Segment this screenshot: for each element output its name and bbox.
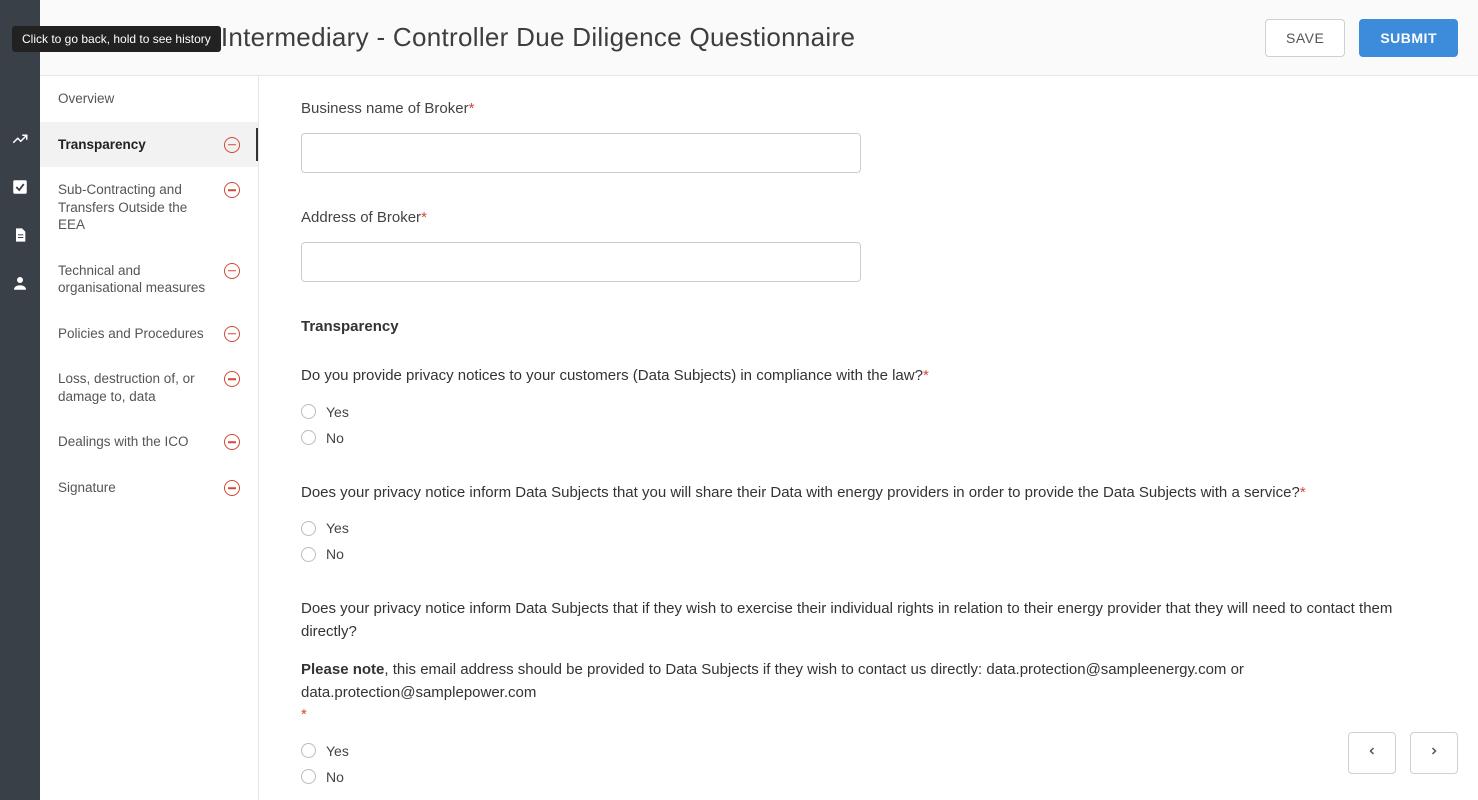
sidenav-item-subcontracting[interactable]: Sub-Contracting and Transfers Outside th… [40, 167, 258, 248]
form-content: Business name of Broker* Address of Brok… [259, 76, 1478, 800]
status-incomplete-icon [224, 434, 240, 450]
page-title: y Intermediary - Controller Due Diligenc… [200, 22, 855, 53]
radio-icon [301, 430, 316, 445]
main-column: Click to go back, hold to see history y … [40, 0, 1478, 800]
sidenav-item-label: Policies and Procedures [58, 325, 216, 343]
submit-button[interactable]: SUBMIT [1359, 19, 1458, 57]
status-incomplete-icon [224, 326, 240, 342]
chevron-right-icon [1428, 743, 1440, 764]
sidenav-item-policies[interactable]: Policies and Procedures [40, 311, 258, 357]
question-note: Please note, this email address should b… [301, 659, 1436, 727]
save-button[interactable]: SAVE [1265, 19, 1345, 57]
check-square-icon[interactable] [11, 178, 29, 196]
prev-button[interactable] [1348, 732, 1396, 774]
radio-option-no[interactable]: No [301, 546, 1436, 562]
sidenav-item-label: Transparency [58, 136, 216, 154]
radio-option-no[interactable]: No [301, 769, 1436, 785]
sidenav-item-loss-of-data[interactable]: Loss, destruction of, or damage to, data [40, 356, 258, 419]
question-privacy-notices: Do you provide privacy notices to your c… [301, 365, 1436, 446]
question-individual-rights: Does your privacy notice inform Data Sub… [301, 598, 1436, 785]
radio-icon [301, 769, 316, 784]
radio-label: No [326, 546, 344, 562]
sidenav-item-label: Overview [58, 90, 240, 108]
sidenav-item-overview[interactable]: Overview [40, 76, 258, 122]
address-input[interactable] [301, 242, 861, 282]
question-text: Do you provide privacy notices to your c… [301, 365, 1436, 388]
status-incomplete-icon [224, 263, 240, 279]
back-tooltip: Click to go back, hold to see history [12, 26, 221, 52]
field-label: Address of Broker* [301, 209, 1436, 226]
question-share-data: Does your privacy notice inform Data Sub… [301, 482, 1436, 563]
status-incomplete-icon [224, 137, 240, 153]
sidenav-item-label: Dealings with the ICO [58, 433, 216, 451]
section-nav: Overview Transparency Sub-Contracting an… [40, 76, 259, 800]
header-actions: SAVE SUBMIT [1265, 19, 1458, 57]
chart-line-icon[interactable] [11, 130, 29, 148]
chevron-left-icon [1366, 743, 1378, 764]
radio-option-yes[interactable]: Yes [301, 743, 1436, 759]
nav-rail [0, 0, 40, 800]
app-root: Click to go back, hold to see history y … [0, 0, 1478, 800]
sidenav-item-transparency[interactable]: Transparency [40, 122, 258, 168]
radio-label: Yes [326, 743, 349, 759]
radio-option-no[interactable]: No [301, 430, 1436, 446]
section-heading: Transparency [301, 318, 1436, 335]
field-business-name: Business name of Broker* [301, 100, 1436, 173]
field-address: Address of Broker* [301, 209, 1436, 282]
sidenav-item-label: Loss, destruction of, or damage to, data [58, 370, 216, 405]
radio-label: Yes [326, 404, 349, 420]
sidenav-item-technical-measures[interactable]: Technical and organisational measures [40, 248, 258, 311]
radio-icon [301, 404, 316, 419]
radio-label: Yes [326, 520, 349, 536]
radio-label: No [326, 769, 344, 785]
radio-option-yes[interactable]: Yes [301, 520, 1436, 536]
question-text: Does your privacy notice inform Data Sub… [301, 598, 1436, 643]
body-row: Overview Transparency Sub-Contracting an… [40, 76, 1478, 800]
sidenav-item-label: Technical and organisational measures [58, 262, 216, 297]
business-name-input[interactable] [301, 133, 861, 173]
radio-icon [301, 743, 316, 758]
sidenav-item-signature[interactable]: Signature [40, 465, 258, 511]
sidenav-item-ico[interactable]: Dealings with the ICO [40, 419, 258, 465]
status-incomplete-icon [224, 371, 240, 387]
radio-icon [301, 521, 316, 536]
status-incomplete-icon [224, 480, 240, 496]
pager [1348, 732, 1458, 774]
page-header: Click to go back, hold to see history y … [40, 0, 1478, 76]
document-icon[interactable] [11, 226, 29, 244]
radio-option-yes[interactable]: Yes [301, 404, 1436, 420]
sidenav-item-label: Signature [58, 479, 216, 497]
next-button[interactable] [1410, 732, 1458, 774]
radio-icon [301, 547, 316, 562]
status-incomplete-icon [224, 182, 240, 198]
user-icon[interactable] [11, 274, 29, 292]
radio-label: No [326, 430, 344, 446]
sidenav-item-label: Sub-Contracting and Transfers Outside th… [58, 181, 216, 234]
question-text: Does your privacy notice inform Data Sub… [301, 482, 1436, 505]
field-label: Business name of Broker* [301, 100, 1436, 117]
